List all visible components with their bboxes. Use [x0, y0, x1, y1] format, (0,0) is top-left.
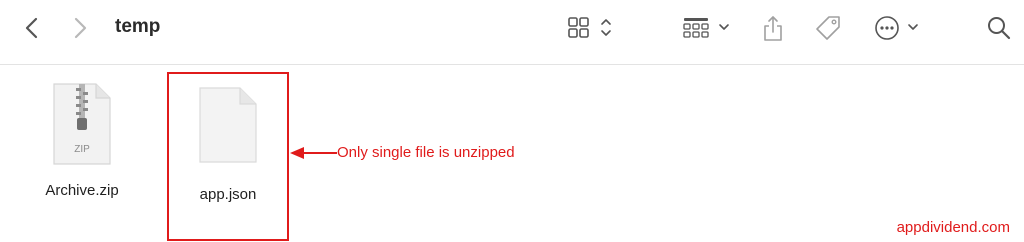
back-button[interactable] — [18, 12, 46, 44]
finder-toolbar: temp — [0, 0, 1024, 65]
more-actions-button[interactable] — [872, 12, 926, 44]
icon-grid-view-icon — [568, 17, 611, 38]
chevron-right-icon — [74, 17, 87, 39]
group-by-button[interactable] — [680, 12, 736, 44]
tag-button[interactable] — [812, 12, 844, 44]
zip-badge: ZIP — [74, 144, 90, 155]
search-icon — [988, 17, 1011, 40]
tag-icon — [816, 16, 840, 40]
file-archive-zip[interactable]: ZIP Archive.zip — [12, 82, 152, 212]
arrow-left-icon — [290, 147, 337, 159]
highlight-box — [167, 72, 289, 241]
window-title: temp — [115, 16, 161, 37]
ellipsis-circle-icon — [875, 16, 918, 40]
forward-button[interactable] — [66, 12, 94, 44]
group-by-icon — [683, 18, 729, 38]
view-options-button[interactable] — [564, 12, 620, 44]
chevron-left-icon — [25, 17, 38, 39]
annotation-text: Only single file is unzipped — [337, 144, 515, 161]
share-button[interactable] — [758, 12, 788, 44]
search-button[interactable] — [984, 12, 1014, 44]
file-name-label: Archive.zip — [45, 182, 119, 199]
watermark: appdividend.com — [896, 219, 1010, 236]
share-icon — [764, 16, 782, 41]
